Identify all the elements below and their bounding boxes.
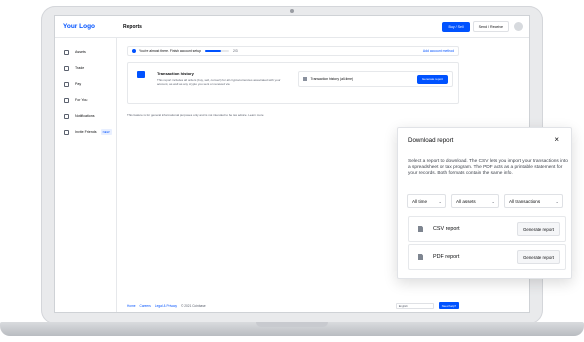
report-row: Transaction history (all-time) Generate … xyxy=(298,71,453,87)
sidebar: Assets Trade Pay For You Notifications I… xyxy=(55,38,117,312)
trade-icon xyxy=(64,65,69,71)
pdf-report-row: PDF report Generate report xyxy=(408,244,566,270)
select-value: All time xyxy=(412,198,428,204)
generate-report-button[interactable]: Generate report xyxy=(416,74,448,84)
card-title: Transaction history xyxy=(157,71,194,76)
file-icon xyxy=(418,253,423,261)
check-icon xyxy=(132,49,136,53)
report-row-label: Transaction history (all-time) xyxy=(310,77,354,81)
laptop-notch xyxy=(256,322,328,327)
transactions-select[interactable]: All transactions ⌄ xyxy=(504,194,563,208)
sidebar-item-label: Assets xyxy=(75,50,86,54)
close-icon[interactable]: × xyxy=(554,135,559,144)
dialog-description: Select a report to download. The CSV let… xyxy=(408,159,568,177)
sidebar-item-label: Notifications xyxy=(75,114,95,118)
copyright: © 2021 Coinbase xyxy=(181,303,206,308)
footer-link-legal[interactable]: Legal & Privacy xyxy=(155,304,177,308)
transaction-history-card: Transaction history This report includes… xyxy=(127,62,459,104)
report-label: CSV report xyxy=(433,226,460,232)
chevron-down-icon: ⌄ xyxy=(491,198,495,204)
camera-dot xyxy=(290,9,294,13)
generate-csv-button[interactable]: Generate report xyxy=(517,222,560,236)
avatar[interactable] xyxy=(514,22,523,31)
assets-icon xyxy=(64,49,69,55)
add-account-method-link[interactable]: Add account method xyxy=(423,49,454,53)
progress-count: 2/3 xyxy=(232,49,238,53)
sidebar-item-label: Pay xyxy=(75,82,82,86)
sidebar-item-pay[interactable]: Pay xyxy=(55,76,116,92)
laptop-mockup: Your Logo Reports Buy / Sell Send / Rece… xyxy=(0,0,584,342)
for-you-icon xyxy=(64,97,69,103)
assets-select[interactable]: All assets ⌄ xyxy=(451,194,499,208)
select-value: All assets xyxy=(456,198,476,204)
progress-fill xyxy=(204,49,222,53)
card-description: This report includes all orders (buy, se… xyxy=(157,78,281,87)
dialog-title: Download report xyxy=(408,137,454,144)
setup-progress-banner: You're almost there. Finish account setu… xyxy=(127,46,459,56)
chevron-down-icon: ⌄ xyxy=(438,198,442,204)
generate-pdf-button[interactable]: Generate report xyxy=(517,250,560,264)
buy-sell-button[interactable]: Buy / Sell xyxy=(442,21,470,32)
bell-icon xyxy=(64,113,69,119)
document-icon xyxy=(137,71,145,78)
need-help-button[interactable]: Need help? xyxy=(438,302,459,309)
progress-text: You're almost there. Finish account setu… xyxy=(139,49,201,53)
pay-icon xyxy=(64,81,69,87)
report-label: PDF report xyxy=(433,254,460,260)
top-bar: Your Logo Reports Buy / Sell Send / Rece… xyxy=(55,16,529,38)
footer-link-careers[interactable]: Careers xyxy=(140,304,151,308)
new-badge: NEW xyxy=(100,129,112,135)
time-range-select[interactable]: All time ⌄ xyxy=(407,194,446,208)
sidebar-item-trade[interactable]: Trade xyxy=(55,60,116,76)
logo[interactable]: Your Logo xyxy=(55,23,117,30)
download-report-dialog: Download report × Select a report to dow… xyxy=(397,127,572,279)
page-title: Reports xyxy=(123,23,142,30)
file-icon xyxy=(418,225,423,233)
sidebar-item-notifications[interactable]: Notifications xyxy=(55,108,116,124)
chevron-down-icon: ⌄ xyxy=(555,198,559,204)
footer-link-home[interactable]: Home xyxy=(127,304,136,308)
disclaimer-text: This feature is for general informationa… xyxy=(127,113,264,117)
sidebar-item-invite-friends[interactable]: Invite Friends NEW xyxy=(55,124,116,140)
sidebar-item-label: For You xyxy=(75,98,88,102)
sidebar-item-label: Trade xyxy=(75,66,85,70)
sidebar-item-for-you[interactable]: For You xyxy=(55,92,116,108)
select-value: All transactions xyxy=(509,198,541,204)
footer: Home Careers Legal & Privacy © 2021 Coin… xyxy=(127,302,459,309)
csv-report-row: CSV report Generate report xyxy=(408,216,566,242)
gift-icon xyxy=(64,129,69,135)
progress-bar xyxy=(204,49,229,53)
file-icon xyxy=(303,76,307,82)
sidebar-item-assets[interactable]: Assets xyxy=(55,44,116,60)
sidebar-item-label: Invite Friends xyxy=(75,130,97,134)
language-select[interactable]: English xyxy=(395,302,434,309)
send-receive-button[interactable]: Send / Receive xyxy=(472,21,509,32)
